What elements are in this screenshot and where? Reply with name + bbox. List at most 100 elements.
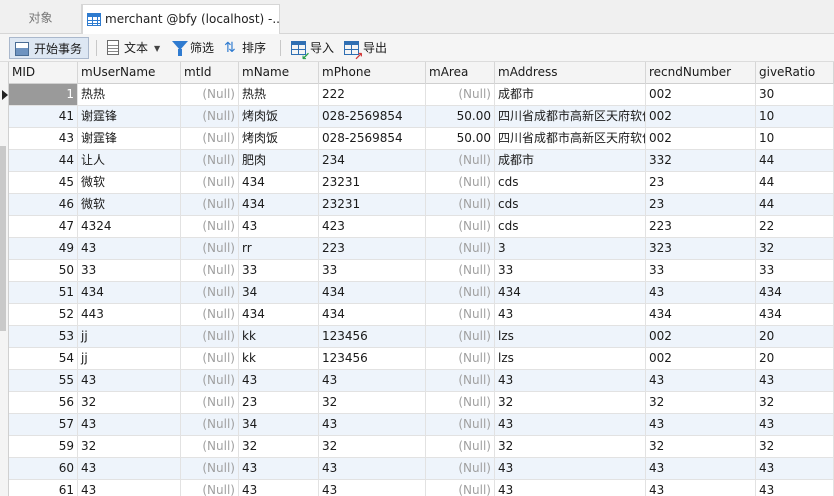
- table-cell-marea[interactable]: (Null): [426, 150, 495, 171]
- table-cell-musername[interactable]: 谢霆锋: [78, 106, 181, 127]
- filter-button[interactable]: 筛选: [170, 37, 214, 59]
- table-cell-marea[interactable]: (Null): [426, 326, 495, 347]
- table-cell-mphone[interactable]: 123456: [319, 326, 426, 347]
- table-cell-mname[interactable]: 23: [239, 392, 319, 413]
- table-cell-giveratio[interactable]: 33: [756, 260, 834, 281]
- table-cell-musername[interactable]: 443: [78, 304, 181, 325]
- table-row[interactable]: 56 32 (Null) 23 32 (Null) 32 32 32: [9, 392, 834, 414]
- table-cell-mtid[interactable]: (Null): [181, 238, 239, 259]
- table-cell-mtid[interactable]: (Null): [181, 194, 239, 215]
- table-cell-mphone[interactable]: 32: [319, 436, 426, 457]
- begin-transaction-button[interactable]: 开始事务: [9, 37, 89, 59]
- table-cell-recndnumber[interactable]: 33: [646, 260, 756, 281]
- table-cell-mid[interactable]: 59: [9, 436, 78, 457]
- table-cell-giveratio[interactable]: 32: [756, 238, 834, 259]
- table-cell-giveratio[interactable]: 20: [756, 348, 834, 369]
- table-cell-marea[interactable]: (Null): [426, 392, 495, 413]
- table-cell-mtid[interactable]: (Null): [181, 370, 239, 391]
- table-cell-mid[interactable]: 53: [9, 326, 78, 347]
- table-cell-maddress[interactable]: lzs: [495, 348, 646, 369]
- table-cell-mname[interactable]: 434: [239, 304, 319, 325]
- table-cell-mname[interactable]: 43: [239, 216, 319, 237]
- column-header-maddress[interactable]: mAddress: [495, 62, 646, 84]
- column-header-mid[interactable]: MID: [9, 62, 78, 84]
- table-row[interactable]: 52 443 (Null) 434 434 (Null) 43 434 434: [9, 304, 834, 326]
- table-cell-recndnumber[interactable]: 332: [646, 150, 756, 171]
- table-cell-mphone[interactable]: 434: [319, 304, 426, 325]
- table-cell-mphone[interactable]: 028-2569854: [319, 106, 426, 127]
- table-cell-recndnumber[interactable]: 23: [646, 194, 756, 215]
- table-cell-musername[interactable]: 43: [78, 458, 181, 479]
- table-cell-mtid[interactable]: (Null): [181, 84, 239, 105]
- table-cell-mphone[interactable]: 43: [319, 414, 426, 435]
- table-cell-recndnumber[interactable]: 43: [646, 282, 756, 303]
- table-cell-musername[interactable]: 32: [78, 392, 181, 413]
- table-row[interactable]: 57 43 (Null) 34 43 (Null) 43 43 43: [9, 414, 834, 436]
- table-cell-maddress[interactable]: 四川省成都市高新区天府软件: [495, 106, 646, 127]
- table-cell-mtid[interactable]: (Null): [181, 172, 239, 193]
- table-cell-musername[interactable]: 谢霆锋: [78, 128, 181, 149]
- table-cell-mtid[interactable]: (Null): [181, 150, 239, 171]
- table-cell-giveratio[interactable]: 43: [756, 480, 834, 496]
- table-cell-giveratio[interactable]: 22: [756, 216, 834, 237]
- table-cell-marea[interactable]: (Null): [426, 194, 495, 215]
- table-cell-marea[interactable]: (Null): [426, 238, 495, 259]
- table-cell-mname[interactable]: kk: [239, 326, 319, 347]
- table-cell-giveratio[interactable]: 434: [756, 282, 834, 303]
- table-cell-mname[interactable]: 434: [239, 194, 319, 215]
- table-cell-marea[interactable]: (Null): [426, 414, 495, 435]
- table-cell-marea[interactable]: (Null): [426, 282, 495, 303]
- table-cell-recndnumber[interactable]: 323: [646, 238, 756, 259]
- table-cell-maddress[interactable]: lzs: [495, 326, 646, 347]
- table-cell-maddress[interactable]: 43: [495, 480, 646, 496]
- table-row[interactable]: 53 jj (Null) kk 123456 (Null) lzs 002 20: [9, 326, 834, 348]
- table-cell-giveratio[interactable]: 434: [756, 304, 834, 325]
- table-row[interactable]: 59 32 (Null) 32 32 (Null) 32 32 32: [9, 436, 834, 458]
- table-cell-recndnumber[interactable]: 002: [646, 128, 756, 149]
- table-cell-musername[interactable]: 43: [78, 238, 181, 259]
- table-cell-musername[interactable]: jj: [78, 348, 181, 369]
- column-header-mphone[interactable]: mPhone: [319, 62, 426, 84]
- table-cell-mname[interactable]: 热热: [239, 84, 319, 105]
- table-cell-marea[interactable]: (Null): [426, 172, 495, 193]
- table-cell-mid[interactable]: 51: [9, 282, 78, 303]
- table-cell-musername[interactable]: 微软: [78, 194, 181, 215]
- table-cell-musername[interactable]: 32: [78, 436, 181, 457]
- table-cell-giveratio[interactable]: 32: [756, 392, 834, 413]
- table-cell-mid[interactable]: 54: [9, 348, 78, 369]
- table-cell-mtid[interactable]: (Null): [181, 414, 239, 435]
- table-cell-mphone[interactable]: 33: [319, 260, 426, 281]
- table-cell-recndnumber[interactable]: 002: [646, 348, 756, 369]
- table-row[interactable]: 54 jj (Null) kk 123456 (Null) lzs 002 20: [9, 348, 834, 370]
- table-cell-mname[interactable]: kk: [239, 348, 319, 369]
- table-cell-mname[interactable]: 烤肉饭: [239, 106, 319, 127]
- tab-merchant-table[interactable]: merchant @bfy (localhost) -...: [82, 4, 280, 34]
- table-cell-giveratio[interactable]: 44: [756, 194, 834, 215]
- sort-button[interactable]: ⇅ 排序: [222, 37, 266, 59]
- table-row[interactable]: 49 43 (Null) rr 223 (Null) 3 323 32: [9, 238, 834, 260]
- table-cell-maddress[interactable]: 43: [495, 458, 646, 479]
- tab-objects[interactable]: 对象: [0, 4, 82, 34]
- table-cell-musername[interactable]: jj: [78, 326, 181, 347]
- table-cell-mphone[interactable]: 028-2569854: [319, 128, 426, 149]
- table-cell-mphone[interactable]: 434: [319, 282, 426, 303]
- column-header-marea[interactable]: mArea: [426, 62, 495, 84]
- table-cell-giveratio[interactable]: 20: [756, 326, 834, 347]
- table-row[interactable]: 55 43 (Null) 43 43 (Null) 43 43 43: [9, 370, 834, 392]
- table-cell-mname[interactable]: 33: [239, 260, 319, 281]
- table-cell-musername[interactable]: 4324: [78, 216, 181, 237]
- table-cell-giveratio[interactable]: 10: [756, 106, 834, 127]
- table-cell-mtid[interactable]: (Null): [181, 326, 239, 347]
- table-cell-mid[interactable]: 41: [9, 106, 78, 127]
- table-cell-recndnumber[interactable]: 43: [646, 458, 756, 479]
- table-row[interactable]: 45 微软 (Null) 434 23231 (Null) cds 23 44: [9, 172, 834, 194]
- table-cell-mid[interactable]: 1: [9, 84, 78, 105]
- table-cell-mphone[interactable]: 123456: [319, 348, 426, 369]
- table-cell-mtid[interactable]: (Null): [181, 458, 239, 479]
- table-cell-mname[interactable]: rr: [239, 238, 319, 259]
- table-cell-mname[interactable]: 32: [239, 436, 319, 457]
- table-cell-maddress[interactable]: 32: [495, 392, 646, 413]
- table-cell-marea[interactable]: (Null): [426, 348, 495, 369]
- table-cell-mname[interactable]: 34: [239, 414, 319, 435]
- table-row[interactable]: 60 43 (Null) 43 43 (Null) 43 43 43: [9, 458, 834, 480]
